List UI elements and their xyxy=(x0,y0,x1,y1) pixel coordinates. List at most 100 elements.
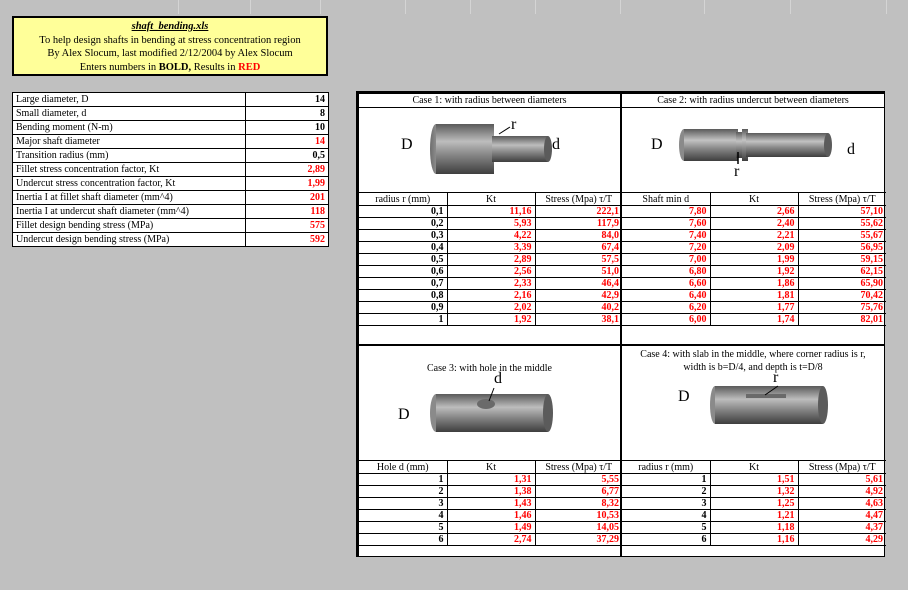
input-value-cell[interactable]: 10 xyxy=(245,120,329,135)
case2-table-cell[interactable]: 1,77 xyxy=(710,301,799,314)
case3-table-cell[interactable]: 2 xyxy=(359,485,448,498)
case2-table-cell[interactable]: 2,21 xyxy=(710,229,799,242)
case2-table-cell[interactable]: 75,76 xyxy=(798,301,886,314)
case3-table-cell[interactable]: 8,32 xyxy=(535,497,622,510)
case2-table-cell[interactable]: 1,81 xyxy=(710,289,799,302)
case2-table-cell[interactable]: 56,95 xyxy=(798,241,886,254)
case2-table-cell[interactable]: 1,86 xyxy=(710,277,799,290)
case2-table-cell[interactable]: 6,00 xyxy=(622,313,711,326)
case3-table-cell[interactable]: 1,49 xyxy=(447,521,536,534)
case3-table-cell[interactable]: 1,43 xyxy=(447,497,536,510)
case1-table-cell[interactable]: 46,4 xyxy=(535,277,622,290)
case4-table-cell[interactable]: 1,51 xyxy=(710,473,799,486)
case1-table-cell[interactable]: 40,2 xyxy=(535,301,622,314)
case3-table-cell[interactable]: 6,77 xyxy=(535,485,622,498)
input-value-cell[interactable]: 14 xyxy=(245,92,329,107)
case2-table-cell[interactable]: 6,60 xyxy=(622,277,711,290)
case1-table-cell[interactable]: 222,1 xyxy=(535,205,622,218)
case1-table-cell[interactable]: 5,93 xyxy=(447,217,536,230)
input-value-cell[interactable]: 14 xyxy=(245,134,329,149)
case2-table-cell[interactable]: 62,15 xyxy=(798,265,886,278)
case1-table-cell[interactable]: 0,7 xyxy=(359,277,448,290)
case3-table-cell[interactable]: 1,31 xyxy=(447,473,536,486)
case4-table-cell[interactable]: 1,21 xyxy=(710,509,799,522)
case2-table-cell[interactable]: 70,42 xyxy=(798,289,886,302)
case2-table-cell[interactable]: 7,20 xyxy=(622,241,711,254)
case4-table-cell[interactable]: 2 xyxy=(622,485,711,498)
case1-table-cell[interactable]: 0,4 xyxy=(359,241,448,254)
case1-table-cell[interactable]: 0,3 xyxy=(359,229,448,242)
case2-table-cell[interactable]: 1,74 xyxy=(710,313,799,326)
case3-table-cell[interactable]: 1,46 xyxy=(447,509,536,522)
case1-table-cell[interactable]: 4,22 xyxy=(447,229,536,242)
case2-table-cell[interactable]: 2,40 xyxy=(710,217,799,230)
case2-table-cell[interactable]: 6,40 xyxy=(622,289,711,302)
input-value-cell[interactable]: 1,99 xyxy=(245,176,329,191)
case4-table-cell[interactable]: 4,37 xyxy=(798,521,886,534)
case4-table-cell[interactable]: 1,32 xyxy=(710,485,799,498)
case2-table-cell[interactable]: 1,92 xyxy=(710,265,799,278)
input-value-cell[interactable]: 575 xyxy=(245,218,329,233)
case3-table-cell[interactable]: 10,53 xyxy=(535,509,622,522)
case1-table-cell[interactable]: 51,0 xyxy=(535,265,622,278)
case2-table-cell[interactable]: 2,09 xyxy=(710,241,799,254)
input-value-cell[interactable]: 0,5 xyxy=(245,148,329,163)
case2-table-cell[interactable]: 7,00 xyxy=(622,253,711,266)
case1-table-cell[interactable]: 1 xyxy=(359,313,448,326)
case3-table-cell[interactable]: 6 xyxy=(359,533,448,546)
case1-table-cell[interactable]: 0,2 xyxy=(359,217,448,230)
case2-table-cell[interactable]: 59,15 xyxy=(798,253,886,266)
case1-table-cell[interactable]: 11,16 xyxy=(447,205,536,218)
case1-table-cell[interactable]: 0,8 xyxy=(359,289,448,302)
case1-table-cell[interactable]: 2,16 xyxy=(447,289,536,302)
case2-table-cell[interactable]: 55,67 xyxy=(798,229,886,242)
case4-table-cell[interactable]: 3 xyxy=(622,497,711,510)
case1-table-cell[interactable]: 42,9 xyxy=(535,289,622,302)
case2-table-cell[interactable]: 6,20 xyxy=(622,301,711,314)
input-value-cell[interactable]: 2,89 xyxy=(245,162,329,177)
case3-table-cell[interactable]: 1 xyxy=(359,473,448,486)
case4-table-cell[interactable]: 1 xyxy=(622,473,711,486)
case3-table-cell[interactable]: 14,05 xyxy=(535,521,622,534)
case1-table-cell[interactable]: 0,1 xyxy=(359,205,448,218)
case1-table-cell[interactable]: 0,5 xyxy=(359,253,448,266)
case3-table-cell[interactable]: 37,29 xyxy=(535,533,622,546)
case1-table-cell[interactable]: 2,02 xyxy=(447,301,536,314)
case4-table-cell[interactable]: 5,61 xyxy=(798,473,886,486)
case4-table-cell[interactable]: 4,92 xyxy=(798,485,886,498)
case3-table-cell[interactable]: 5,55 xyxy=(535,473,622,486)
case1-table-cell[interactable]: 1,92 xyxy=(447,313,536,326)
case2-table-cell[interactable]: 55,62 xyxy=(798,217,886,230)
case2-table-cell[interactable]: 2,66 xyxy=(710,205,799,218)
input-value-cell[interactable]: 8 xyxy=(245,106,329,121)
case1-table-cell[interactable]: 0,9 xyxy=(359,301,448,314)
case2-table-cell[interactable]: 1,99 xyxy=(710,253,799,266)
case3-table-cell[interactable]: 4 xyxy=(359,509,448,522)
case4-table-cell[interactable]: 1,25 xyxy=(710,497,799,510)
case2-table-cell[interactable]: 82,01 xyxy=(798,313,886,326)
case2-table-cell[interactable]: 57,10 xyxy=(798,205,886,218)
case4-table-cell[interactable]: 4 xyxy=(622,509,711,522)
case2-table-cell[interactable]: 6,80 xyxy=(622,265,711,278)
case4-table-cell[interactable]: 4,47 xyxy=(798,509,886,522)
case3-table-cell[interactable]: 5 xyxy=(359,521,448,534)
case4-table-cell[interactable]: 1,16 xyxy=(710,533,799,546)
case4-table-cell[interactable]: 4,63 xyxy=(798,497,886,510)
case3-table-cell[interactable]: 2,74 xyxy=(447,533,536,546)
case2-table-cell[interactable]: 7,40 xyxy=(622,229,711,242)
case1-table-cell[interactable]: 67,4 xyxy=(535,241,622,254)
case1-table-cell[interactable]: 84,0 xyxy=(535,229,622,242)
case2-table-cell[interactable]: 65,90 xyxy=(798,277,886,290)
input-value-cell[interactable]: 592 xyxy=(245,232,329,247)
case1-table-cell[interactable]: 3,39 xyxy=(447,241,536,254)
input-value-cell[interactable]: 118 xyxy=(245,204,329,219)
input-value-cell[interactable]: 201 xyxy=(245,190,329,205)
case1-table-cell[interactable]: 2,56 xyxy=(447,265,536,278)
case3-table-cell[interactable]: 3 xyxy=(359,497,448,510)
case2-table-cell[interactable]: 7,80 xyxy=(622,205,711,218)
case1-table-cell[interactable]: 0,6 xyxy=(359,265,448,278)
case4-table-cell[interactable]: 5 xyxy=(622,521,711,534)
case1-table-cell[interactable]: 57,5 xyxy=(535,253,622,266)
case2-table-cell[interactable]: 7,60 xyxy=(622,217,711,230)
case4-table-cell[interactable]: 6 xyxy=(622,533,711,546)
